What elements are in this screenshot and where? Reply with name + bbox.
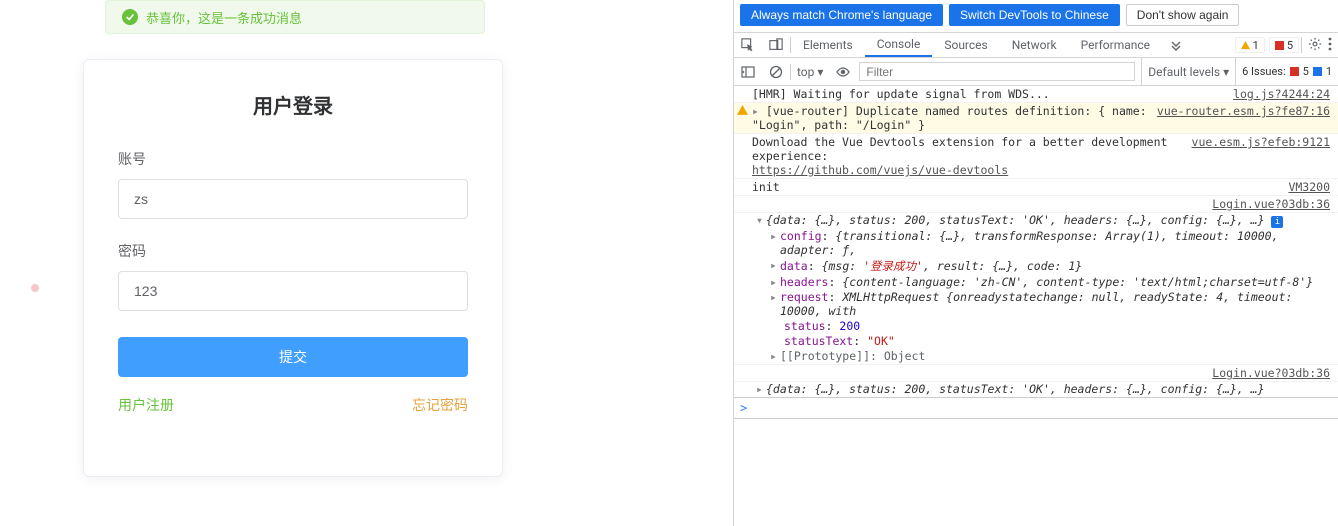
tab-network[interactable]: Network [1000,33,1069,57]
warning-icon [737,105,748,119]
language-bar: Always match Chrome's language Switch De… [734,0,1338,32]
source-link[interactable]: log.js?4244:24 [1227,87,1330,101]
account-input[interactable] [118,179,468,219]
console-log: [HMR] Waiting for update signal from WDS… [734,86,1338,419]
expand-caret-icon: ▾ [756,213,766,227]
object-prop: statusText: "OK" [734,334,1338,349]
console-filterbar: top▾ Default levels▾ 6 Issues: 5 1 [734,58,1338,86]
kebab-menu-icon[interactable] [1328,37,1332,54]
console-sidebar-toggle-icon[interactable] [734,65,762,79]
caret-down-icon: ▾ [817,65,823,79]
log-entry-warning: ▸ [vue-router] Duplicate named routes de… [734,103,1338,134]
success-alert: 恭喜你，这是一条成功消息 [105,0,485,34]
devtools-panel: Always match Chrome's language Switch De… [733,0,1338,526]
caret-down-icon: ▾ [1223,65,1229,79]
password-input[interactable] [118,271,468,311]
expand-caret-icon: ▸ [770,258,780,272]
alert-text: 恭喜你，这是一条成功消息 [146,8,302,27]
log-source-only: Login.vue?03db:36 [734,364,1338,382]
tab-elements[interactable]: Elements [791,33,865,57]
object-prop[interactable]: ▸headers: {content-language: 'zh-CN', co… [734,275,1338,290]
object-prop[interactable]: ▸request: XMLHttpRequest {onreadystatech… [734,290,1338,319]
source-link[interactable]: vue-router.esm.js?fe87:16 [1151,104,1330,132]
settings-gear-icon[interactable] [1308,37,1322,54]
console-prompt[interactable]: > [734,397,1338,419]
more-tabs-icon[interactable] [1162,33,1190,57]
password-label: 密码 [118,241,468,261]
object-prop[interactable]: ▸[[Prototype]]: Object [734,349,1338,364]
decorative-dot [31,284,39,292]
clear-console-icon[interactable] [762,65,790,79]
info-icon: i [1271,216,1283,228]
account-label: 账号 [118,149,468,169]
object-line[interactable]: ▾ {data: {…}, status: 200, statusText: '… [734,213,1338,229]
log-entry: Download the Vue Devtools extension for … [734,134,1338,179]
devtools-tabbar: Elements Console Sources Network Perform… [734,32,1338,58]
login-card: 用户登录 账号 密码 提交 用户注册 忘记密码 [83,59,503,477]
log-entry: [HMR] Waiting for update signal from WDS… [734,86,1338,103]
source-link[interactable]: Login.vue?03db:36 [1206,366,1330,380]
expand-caret-icon: ▸ [756,382,766,396]
object-line[interactable]: ▸ {data: {…}, status: 200, statusText: '… [734,382,1338,397]
expand-caret-icon: ▸ [770,229,780,243]
register-link[interactable]: 用户注册 [118,395,174,415]
live-expression-icon[interactable] [829,65,857,79]
log-source-only: Login.vue?03db:36 [734,196,1338,213]
object-prop[interactable]: ▸config: {transitional: {…}, transformRe… [734,229,1338,258]
success-check-icon [122,9,138,25]
expand-caret-icon: ▸ [770,290,780,304]
tab-sources[interactable]: Sources [932,33,999,57]
always-match-language-button[interactable]: Always match Chrome's language [740,4,943,26]
switch-to-chinese-button[interactable]: Switch DevTools to Chinese [949,4,1120,26]
tab-console[interactable]: Console [865,33,933,57]
log-levels-selector[interactable]: Default levels▾ [1141,58,1235,85]
card-title: 用户登录 [118,90,468,119]
context-selector[interactable]: top▾ [791,65,829,79]
forgot-password-link[interactable]: 忘记密码 [412,395,468,415]
object-prop[interactable]: ▸data: {msg: '登录成功', result: {…}, code: … [734,258,1338,275]
expand-caret-icon: ▸ [770,275,780,289]
filter-input[interactable] [859,62,1135,81]
source-link[interactable]: Login.vue?03db:36 [1206,197,1330,211]
toggle-device-icon[interactable] [762,33,790,57]
tab-performance[interactable]: Performance [1069,33,1162,57]
dont-show-again-button[interactable]: Don't show again [1126,4,1240,26]
errors-badge[interactable]: 5 [1269,37,1299,53]
object-prop: status: 200 [734,319,1338,334]
devtools-extension-link[interactable]: https://github.com/vuejs/vue-devtools [752,163,1008,177]
source-link[interactable]: vue.esm.js?efeb:9121 [1186,135,1330,177]
log-entry: init VM3200 [734,179,1338,196]
warnings-badge[interactable]: 1 [1235,37,1265,53]
source-link[interactable]: VM3200 [1282,180,1330,194]
inspect-element-icon[interactable] [734,33,762,57]
submit-button[interactable]: 提交 [118,337,468,377]
expand-caret-icon[interactable]: ▸ [752,104,766,118]
issues-summary[interactable]: 6 Issues: 5 1 [1235,58,1338,85]
expand-caret-icon: ▸ [770,349,780,363]
